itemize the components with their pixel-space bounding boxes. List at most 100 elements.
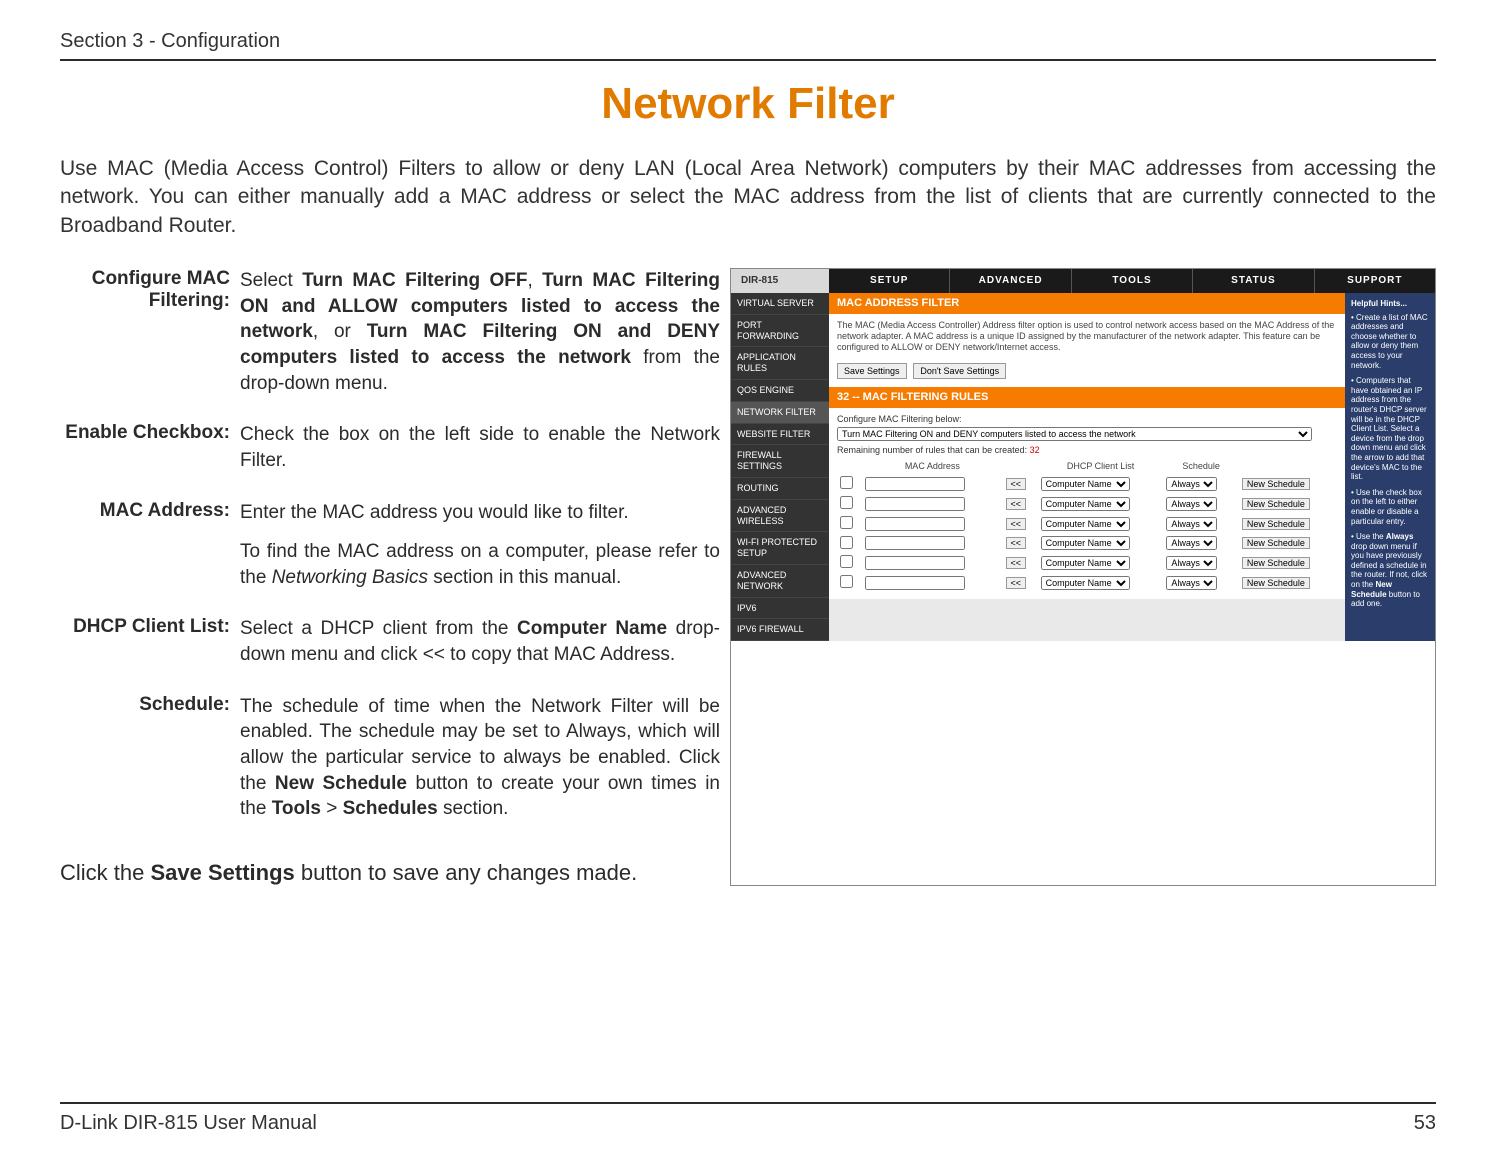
- body-schedule: The schedule of time when the Network Fi…: [240, 694, 720, 822]
- definitions-grid: Configure MAC Filtering: Select Turn MAC…: [60, 268, 720, 822]
- remaining-count: 32: [1030, 445, 1040, 455]
- tab-setup[interactable]: SETUP: [829, 269, 949, 293]
- router-screenshot: DIR-815 SETUP ADVANCED TOOLS STATUS SUPP…: [730, 268, 1436, 886]
- hint-item: • Use the Always drop down menu if you h…: [1351, 532, 1429, 609]
- manual-page: Section 3 - Configuration Network Filter…: [0, 0, 1496, 1161]
- copy-mac-button[interactable]: <<: [1006, 537, 1027, 549]
- tab-tools[interactable]: TOOLS: [1071, 269, 1192, 293]
- page-title: Network Filter: [60, 79, 1436, 129]
- text: Select: [240, 270, 302, 291]
- sidebar-item-application-rules[interactable]: APPLICATION RULES: [731, 347, 829, 380]
- label-dhcp-client-list: DHCP Client List:: [60, 616, 230, 667]
- mac-address-input[interactable]: [865, 517, 965, 531]
- enable-checkbox[interactable]: [840, 575, 853, 588]
- sidebar-item-ipv6-firewall[interactable]: IPv6 FIREWALL: [731, 619, 829, 641]
- enable-checkbox[interactable]: [840, 536, 853, 549]
- sidebar-item-routing[interactable]: ROUTING: [731, 478, 829, 500]
- enable-checkbox[interactable]: [840, 496, 853, 509]
- sidebar-item-website-filter[interactable]: WEBSITE FILTER: [731, 424, 829, 446]
- mac-address-input[interactable]: [865, 576, 965, 590]
- hint-item: • Computers that have obtained an IP add…: [1351, 376, 1429, 482]
- schedule-select[interactable]: Always: [1166, 556, 1217, 570]
- table-row: << Computer Name Always New Schedule: [837, 573, 1337, 593]
- computer-name-select[interactable]: Computer Name: [1041, 556, 1130, 570]
- mac-address-input[interactable]: [865, 497, 965, 511]
- computer-name-select[interactable]: Computer Name: [1041, 517, 1130, 531]
- enable-checkbox[interactable]: [840, 555, 853, 568]
- copy-mac-button[interactable]: <<: [1006, 577, 1027, 589]
- text: button to save any changes made.: [295, 860, 637, 885]
- sidebar-item-firewall-settings[interactable]: FIREWALL SETTINGS: [731, 445, 829, 478]
- enable-checkbox[interactable]: [840, 516, 853, 529]
- mac-address-input[interactable]: [865, 477, 965, 491]
- text: section in this manual.: [428, 567, 621, 588]
- text: >: [321, 798, 343, 819]
- tab-status[interactable]: STATUS: [1192, 269, 1313, 293]
- text: Select a DHCP client from the: [240, 618, 517, 639]
- sidebar-item-wi-fi-protected-setup[interactable]: WI-FI PROTECTED SETUP: [731, 532, 829, 565]
- sidebar-item-ipv6[interactable]: IPv6: [731, 598, 829, 620]
- configure-mac-filtering-select[interactable]: Turn MAC Filtering ON and DENY computers…: [837, 427, 1312, 441]
- copy-mac-button[interactable]: <<: [1006, 498, 1027, 510]
- copy-mac-button[interactable]: <<: [1006, 478, 1027, 490]
- footer-left: D-Link DIR-815 User Manual: [60, 1112, 317, 1135]
- col-mac-address: MAC Address: [862, 459, 1002, 474]
- body-dhcp-client-list: Select a DHCP client from the Computer N…: [240, 616, 720, 667]
- hint-item: • Use the check box on the left to eithe…: [1351, 488, 1429, 526]
- new-schedule-button[interactable]: New Schedule: [1242, 498, 1310, 510]
- schedule-select[interactable]: Always: [1166, 536, 1217, 550]
- table-row: << Computer Name Always New Schedule: [837, 553, 1337, 573]
- new-schedule-button[interactable]: New Schedule: [1242, 518, 1310, 530]
- computer-name-select[interactable]: Computer Name: [1041, 536, 1130, 550]
- mac-address-input[interactable]: [865, 536, 965, 550]
- dont-save-settings-button[interactable]: Don't Save Settings: [913, 363, 1006, 379]
- definitions-column: Configure MAC Filtering: Select Turn MAC…: [60, 268, 720, 886]
- sidebar-item-advanced-wireless[interactable]: ADVANCED WIRELESS: [731, 500, 829, 533]
- computer-name-select[interactable]: Computer Name: [1041, 497, 1130, 511]
- tab-support[interactable]: SUPPORT: [1314, 269, 1435, 293]
- section-mac-address-filter: MAC ADDRESS FILTER: [829, 293, 1345, 314]
- table-row: << Computer Name Always New Schedule: [837, 514, 1337, 534]
- enable-checkbox[interactable]: [840, 476, 853, 489]
- computer-name-select[interactable]: Computer Name: [1041, 576, 1130, 590]
- router-content: MAC ADDRESS FILTER The MAC (Media Access…: [829, 293, 1345, 641]
- main-row: Configure MAC Filtering: Select Turn MAC…: [60, 268, 1436, 886]
- schedule-select[interactable]: Always: [1166, 497, 1217, 511]
- text-bold: Save Settings: [150, 860, 294, 885]
- table-row: << Computer Name Always New Schedule: [837, 474, 1337, 494]
- text-bold: Tools: [272, 798, 321, 819]
- rules-heading: 32 -- MAC FILTERING RULES: [829, 387, 1345, 408]
- body-mac-address: Enter the MAC address you would like to …: [240, 500, 720, 591]
- copy-mac-button[interactable]: <<: [1006, 518, 1027, 530]
- new-schedule-button[interactable]: New Schedule: [1242, 478, 1310, 490]
- computer-name-select[interactable]: Computer Name: [1041, 477, 1130, 491]
- table-row: << Computer Name Always New Schedule: [837, 494, 1337, 514]
- schedule-select[interactable]: Always: [1166, 477, 1217, 491]
- new-schedule-button[interactable]: New Schedule: [1242, 577, 1310, 589]
- sidebar-item-network-filter[interactable]: NETWORK FILTER: [731, 402, 829, 424]
- sidebar-item-virtual-server[interactable]: VIRTUAL SERVER: [731, 293, 829, 315]
- save-settings-button[interactable]: Save Settings: [837, 363, 907, 379]
- text: , or: [313, 321, 367, 342]
- tab-advanced[interactable]: ADVANCED: [949, 269, 1070, 293]
- footer-page-number: 53: [1414, 1112, 1436, 1135]
- section-description: The MAC (Media Access Controller) Addres…: [829, 314, 1345, 358]
- helpful-hints-panel: Helpful Hints... • Create a list of MAC …: [1345, 293, 1435, 641]
- schedule-select[interactable]: Always: [1166, 517, 1217, 531]
- sidebar-item-qos-engine[interactable]: QOS ENGINE: [731, 380, 829, 402]
- copy-mac-button[interactable]: <<: [1006, 557, 1027, 569]
- router-sidebar: VIRTUAL SERVERPORT FORWARDINGAPPLICATION…: [731, 293, 829, 641]
- mac-address-input[interactable]: [865, 556, 965, 570]
- text: Remaining number of rules that can be cr…: [837, 445, 1030, 455]
- text-bold: New Schedule: [275, 773, 407, 794]
- col-dhcp-client-list: DHCP Client List: [1038, 459, 1164, 474]
- sidebar-item-port-forwarding[interactable]: PORT FORWARDING: [731, 315, 829, 348]
- text: section.: [438, 798, 509, 819]
- new-schedule-button[interactable]: New Schedule: [1242, 537, 1310, 549]
- router-topnav: DIR-815 SETUP ADVANCED TOOLS STATUS SUPP…: [731, 269, 1435, 293]
- page-header: Section 3 - Configuration: [60, 30, 1436, 61]
- text: ,: [527, 270, 542, 291]
- sidebar-item-advanced-network[interactable]: ADVANCED NETWORK: [731, 565, 829, 598]
- new-schedule-button[interactable]: New Schedule: [1242, 557, 1310, 569]
- schedule-select[interactable]: Always: [1166, 576, 1217, 590]
